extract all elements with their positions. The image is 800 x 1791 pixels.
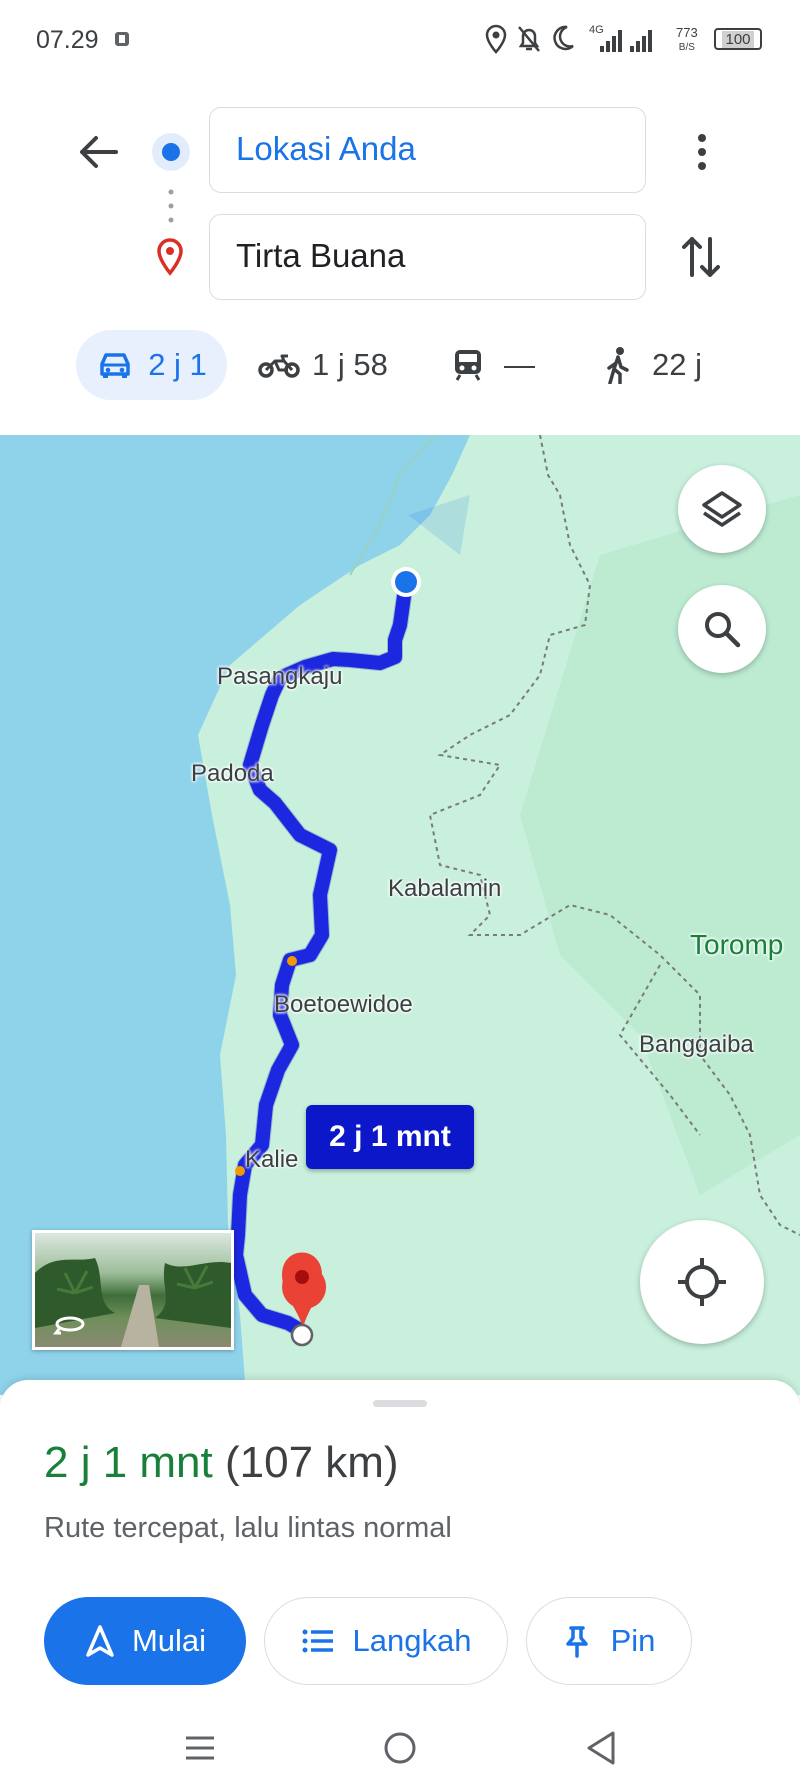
do-not-disturb-moon-icon [553,25,574,51]
steps-button[interactable]: Langkah [264,1597,508,1685]
route-distance: (107 km) [224,1438,399,1487]
map-layers-button[interactable] [678,465,766,553]
mode-motorcycle-time: 1 j 58 [312,347,388,382]
battery-icon: 100 [714,28,762,50]
swap-directions-icon[interactable] [680,233,724,281]
directions-header: Lokasi Anda Tirta Buana 2 j 1 1 j 58 — 2… [0,80,800,435]
map-label-kalie: Kalie [245,1146,299,1173]
mode-walk-time: 22 j [652,347,702,382]
origin-input[interactable]: Lokasi Anda [209,107,646,193]
layers-icon [702,491,742,527]
street-view-thumbnail[interactable] [32,1230,234,1350]
mode-motorcycle-tab[interactable]: 1 j 58 [258,330,388,400]
pin-button-label: Pin [610,1623,656,1658]
mode-car-time: 2 j 1 [148,347,207,382]
back-arrow-icon[interactable] [76,130,120,174]
destination-input-text: Tirta Buana [236,237,406,274]
origin-marker [395,571,417,593]
sheet-drag-handle[interactable] [373,1400,427,1407]
walking-icon [607,347,629,384]
map-label-boetoewidoe: Boetoewidoe [274,991,413,1018]
origin-input-text: Lokasi Anda [236,130,416,167]
list-icon [302,1629,333,1653]
notification-icon [115,32,129,46]
route-summary-title: 2 j 1 mnt (107 km) [44,1438,399,1488]
mode-walk-tab[interactable]: 22 j [604,330,702,400]
start-button-label: Mulai [131,1623,207,1658]
mode-transit-tab[interactable]: — [452,330,535,400]
destination-input[interactable]: Tirta Buana [209,214,646,300]
signal-icon [600,30,652,52]
location-icon [485,24,507,54]
start-navigation-button[interactable]: Mulai [44,1597,246,1685]
mute-bell-icon [518,26,540,52]
status-bar: 07.29 4G 773 B/S 100 [0,0,800,80]
map-label-padoda: Padoda [191,760,274,787]
status-time: 07.29 [36,26,99,54]
route-description: Rute tercepat, lalu lintas normal [44,1512,452,1544]
route-duration-badge[interactable]: 2 j 1 mnt [306,1105,474,1169]
mode-car-tab[interactable]: 2 j 1 [76,330,227,400]
my-location-icon [678,1258,726,1306]
my-location-button[interactable] [640,1220,764,1344]
network-speed-value: 773 [676,25,698,40]
map-label-torompe: Toromp [690,929,784,960]
steps-button-label: Langkah [352,1623,472,1658]
motorcycle-icon [258,354,300,378]
destination-pin-icon [157,238,183,276]
more-options-icon[interactable] [690,130,714,174]
car-icon [100,353,130,378]
destination-endpoint [290,1323,314,1347]
battery-level: 100 [722,30,754,48]
system-navigation-bar [0,1720,800,1791]
pin-icon [565,1626,588,1658]
traffic-marker [287,956,297,966]
map-search-button[interactable] [678,585,766,673]
origin-dot-icon [152,133,190,171]
route-duration: 2 j 1 mnt [44,1438,213,1487]
train-icon [455,350,481,381]
network-speed-unit: B/S [678,42,695,53]
navigation-arrow-icon [86,1625,114,1657]
map-label-banggaiba: Banggaiba [639,1031,754,1058]
map-view[interactable]: Pasangkaju Padoda Kabalamin Boetoewidoe … [0,435,800,1395]
route-connector-dots [168,189,174,223]
street-view-rotate-icon [53,1316,85,1335]
network-speed: 773 B/S [676,26,698,54]
recent-apps-icon[interactable] [184,1732,216,1764]
pin-button[interactable]: Pin [526,1597,692,1685]
map-label-kabalamin: Kabalamin [388,875,502,902]
mode-transit-time: — [504,347,535,382]
traffic-marker-2 [235,1166,245,1176]
destination-pin-dot [295,1270,309,1284]
back-nav-icon[interactable] [585,1730,617,1766]
map-label-pasangkaju: Pasangkaju [217,663,343,690]
search-icon [705,612,741,648]
home-icon[interactable] [383,1731,417,1765]
